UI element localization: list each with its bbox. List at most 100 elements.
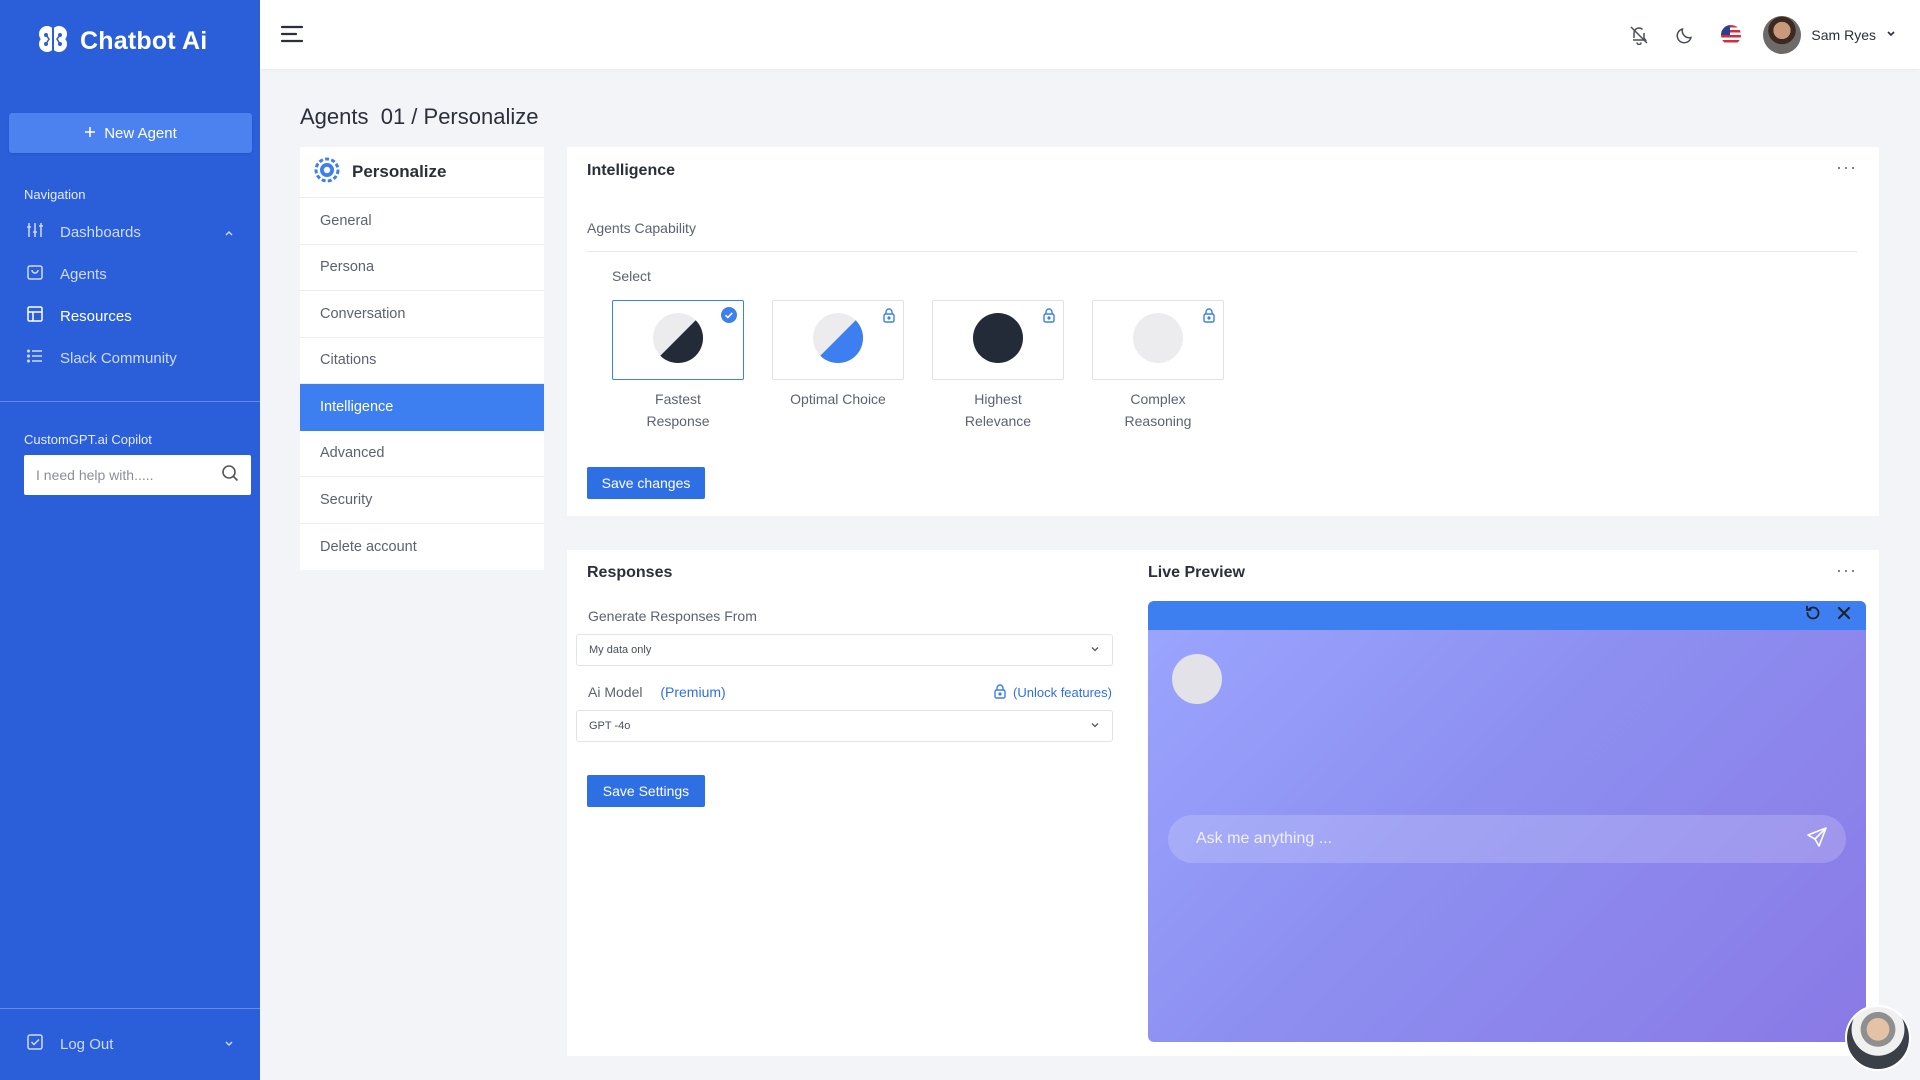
ai-model-label-text: Ai Model xyxy=(588,684,643,700)
option-complex-reasoning[interactable]: Complex Reasoning xyxy=(1092,300,1224,432)
lock-icon xyxy=(881,307,897,328)
intelligence-title: Intelligence xyxy=(587,162,676,179)
avatar xyxy=(1763,15,1802,54)
option-label: Complex Reasoning xyxy=(1092,388,1224,432)
select-label: Select xyxy=(612,268,651,284)
settings-menu-title: Personalize xyxy=(352,162,447,181)
chevron-down-icon[interactable] xyxy=(224,1036,234,1053)
menu-item-general[interactable]: General xyxy=(300,198,544,245)
option-card[interactable] xyxy=(612,300,744,380)
more-options-icon[interactable]: ··· xyxy=(1836,157,1857,178)
send-icon[interactable] xyxy=(1806,826,1828,853)
generate-responses-select[interactable]: My data only xyxy=(576,634,1113,666)
sidebar: Chatbot Ai New Agent Navigation Dashboar… xyxy=(0,0,260,1080)
lock-icon xyxy=(1041,307,1057,328)
menu-item-conversation[interactable]: Conversation xyxy=(300,291,544,338)
menu-item-persona[interactable]: Persona xyxy=(300,245,544,291)
sidebar-item-label: Resources xyxy=(60,307,132,325)
full-circle-dark-icon xyxy=(972,312,1024,369)
menu-item-citations[interactable]: Citations xyxy=(300,338,544,384)
check-square-icon xyxy=(26,1033,44,1055)
menu-item-intelligence[interactable]: Intelligence xyxy=(300,384,544,431)
user-name: Sam Ryes xyxy=(1811,26,1876,43)
option-fastest-response[interactable]: Fastest Response xyxy=(612,300,744,432)
logout-button[interactable]: Log Out xyxy=(0,1022,260,1066)
menu-toggle-icon[interactable] xyxy=(280,24,304,49)
copilot-heading: CustomGPT.ai Copilot xyxy=(24,432,152,447)
support-avatar[interactable] xyxy=(1845,1005,1911,1071)
ai-model-select[interactable]: GPT -4o xyxy=(576,710,1113,742)
list-icon xyxy=(26,347,44,369)
option-label: Highest Relevance xyxy=(932,388,1064,432)
copilot-search-box xyxy=(24,455,251,495)
sidebar-item-agents[interactable]: Agents xyxy=(0,253,260,295)
save-settings-button[interactable]: Save Settings xyxy=(587,775,705,807)
half-circle-dark-icon xyxy=(652,312,704,369)
sidebar-item-resources[interactable]: Resources xyxy=(0,295,260,337)
close-icon[interactable] xyxy=(1836,605,1852,626)
select-value: My data only xyxy=(589,644,652,656)
option-label-line: Fastest xyxy=(655,391,701,407)
capability-options: Fastest Response Optimal Choice Highest … xyxy=(612,300,1224,432)
option-label-line: Complex xyxy=(1130,391,1186,407)
us-flag-icon[interactable] xyxy=(1721,24,1742,45)
settings-menu-header: Personalize xyxy=(300,147,544,198)
generate-label: Generate Responses From xyxy=(588,608,757,624)
sidebar-item-dashboards[interactable]: Dashboards xyxy=(0,211,260,253)
chevron-up-icon[interactable] xyxy=(224,225,234,242)
plus-icon xyxy=(84,125,96,142)
chat-input[interactable] xyxy=(1196,830,1796,848)
lock-icon xyxy=(1201,307,1217,328)
sidebar-item-slack-community[interactable]: Slack Community xyxy=(0,337,260,379)
chevron-down-icon xyxy=(1886,26,1896,44)
option-optimal-choice[interactable]: Optimal Choice xyxy=(772,300,904,432)
select-value: GPT -4o xyxy=(589,720,631,732)
live-preview-title: Live Preview xyxy=(1148,564,1245,581)
preview-toolbar xyxy=(1148,601,1866,630)
sidebar-item-label: Dashboards xyxy=(60,223,141,241)
more-options-icon[interactable]: ··· xyxy=(1836,560,1857,581)
sidebar-item-label: Agents xyxy=(60,265,107,283)
sidebar-divider xyxy=(0,1008,260,1009)
user-menu[interactable]: Sam Ryes xyxy=(1763,15,1896,54)
option-label: Fastest Response xyxy=(612,388,744,432)
top-bar: Sam Ryes xyxy=(260,0,1920,69)
brand-name: Chatbot Ai xyxy=(80,27,208,55)
live-preview-widget xyxy=(1148,601,1866,1042)
intelligence-card: Intelligence ··· Agents Capability Selec… xyxy=(567,147,1879,516)
ai-model-label: Ai Model (Premium) xyxy=(588,684,726,700)
new-agent-button[interactable]: New Agent xyxy=(9,113,252,153)
bot-avatar xyxy=(1172,654,1222,704)
menu-item-advanced[interactable]: Advanced xyxy=(300,431,544,477)
save-changes-button[interactable]: Save changes xyxy=(587,467,705,499)
capability-label: Agents Capability xyxy=(587,220,696,236)
brain-icon xyxy=(36,22,70,61)
menu-item-delete-account[interactable]: Delete account xyxy=(300,524,544,571)
brand-logo[interactable]: Chatbot Ai xyxy=(36,22,207,61)
chevron-down-icon xyxy=(1090,720,1100,733)
responses-title: Responses xyxy=(587,564,673,581)
copilot-input[interactable] xyxy=(36,467,206,483)
new-agent-label: New Agent xyxy=(104,124,177,142)
check-circle-icon xyxy=(721,307,737,328)
chevron-down-icon xyxy=(1090,644,1100,657)
option-label-line: Relevance xyxy=(964,413,1032,429)
moon-icon[interactable] xyxy=(1675,25,1695,45)
option-card[interactable] xyxy=(772,300,904,380)
premium-label: (Premium) xyxy=(660,684,726,700)
top-bar-actions: Sam Ryes xyxy=(1629,0,1920,69)
option-card[interactable] xyxy=(1092,300,1224,380)
unlock-features-link[interactable]: (Unlock features) xyxy=(993,683,1112,702)
menu-item-security[interactable]: Security xyxy=(300,477,544,524)
option-highest-relevance[interactable]: Highest Relevance xyxy=(932,300,1064,432)
refresh-icon[interactable] xyxy=(1804,604,1822,627)
option-label: Optimal Choice xyxy=(772,388,904,410)
option-label-line: Reasoning xyxy=(1124,413,1192,429)
sidebar-item-label: Slack Community xyxy=(60,349,177,367)
search-icon[interactable] xyxy=(221,464,239,487)
bell-off-icon[interactable] xyxy=(1629,25,1649,45)
logout-label: Log Out xyxy=(60,1035,114,1053)
option-label-line: Highest xyxy=(974,391,1022,407)
option-card[interactable] xyxy=(932,300,1064,380)
nav-list: Dashboards Agents Resources Slack Commun… xyxy=(0,211,260,379)
